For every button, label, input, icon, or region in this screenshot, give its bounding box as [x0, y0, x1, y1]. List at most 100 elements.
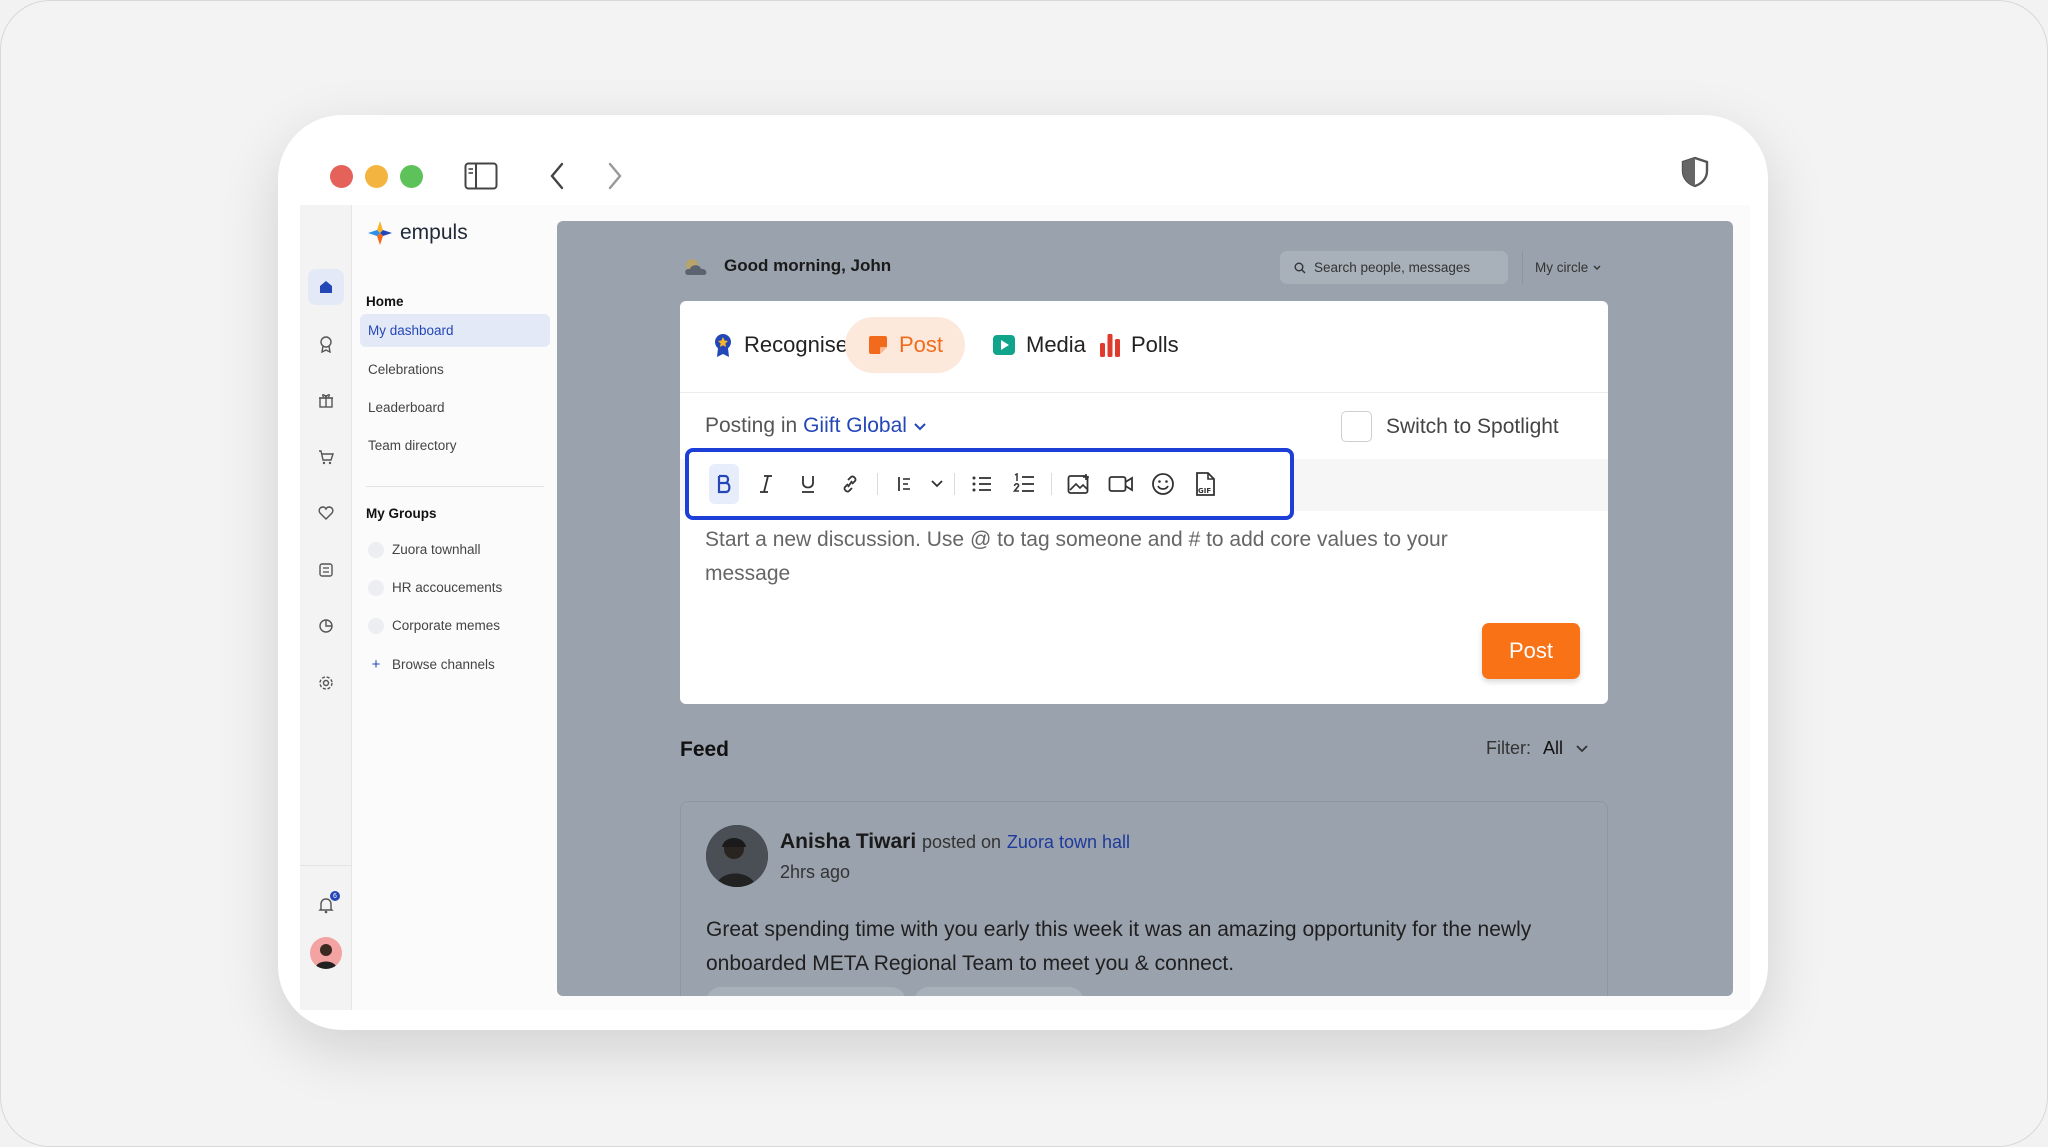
circle-selector[interactable]: My circle: [1522, 251, 1602, 284]
bullet-list-icon[interactable]: [961, 464, 1003, 504]
underline-icon[interactable]: [787, 464, 829, 504]
sidebar-item-team-directory[interactable]: Team directory: [360, 429, 550, 462]
chevron-down-icon[interactable]: [926, 464, 948, 504]
sidebar-divider: [366, 486, 544, 487]
group-item-hr-announcements[interactable]: HR accoucements: [360, 571, 550, 604]
post-textarea[interactable]: Start a new discussion. Use @ to tag som…: [705, 523, 1465, 591]
image-icon[interactable]: [1058, 464, 1100, 504]
author-name[interactable]: Anisha Tiwari: [780, 830, 916, 853]
main-content: Good morning, John Search people, messag…: [557, 221, 1733, 996]
empuls-logo-icon: [368, 221, 392, 245]
group-label: Corporate memes: [392, 618, 501, 633]
post-chip[interactable]: [914, 987, 1084, 996]
sidebar-item-my-dashboard[interactable]: My dashboard: [360, 314, 550, 347]
group-label: Zuora townhall: [392, 542, 481, 557]
tab-polls[interactable]: Polls: [1077, 317, 1201, 373]
rail-heart-icon[interactable]: [308, 495, 344, 531]
shield-icon[interactable]: [1680, 155, 1710, 189]
brand-name: empuls: [400, 221, 468, 244]
icon-rail: 6: [300, 205, 352, 1010]
author-avatar[interactable]: [706, 825, 768, 887]
numbered-list-icon[interactable]: [1003, 464, 1045, 504]
link-icon[interactable]: [829, 464, 871, 504]
group-avatar: [368, 617, 384, 634]
media-icon: [993, 335, 1015, 355]
back-arrow-icon[interactable]: [544, 161, 570, 191]
feed-post-card: Anisha Tiwari posted on Zuora town hall …: [680, 801, 1608, 996]
post-verb: posted on: [922, 832, 1002, 852]
badge-icon: [715, 334, 731, 357]
composer-divider: [680, 392, 1608, 393]
rail-analytics-icon[interactable]: [308, 608, 344, 644]
search-placeholder: Search people, messages: [1314, 260, 1471, 275]
filter-value: All: [1543, 738, 1564, 758]
my-groups-title: My Groups: [366, 506, 437, 521]
video-icon[interactable]: [1100, 464, 1142, 504]
maximize-window-dot[interactable]: [400, 165, 423, 188]
notification-bell-icon[interactable]: 6: [308, 887, 344, 923]
emoji-icon[interactable]: [1142, 464, 1184, 504]
rail-survey-icon[interactable]: [308, 552, 344, 588]
post-channel-link[interactable]: Zuora town hall: [1007, 832, 1130, 852]
post-icon: [869, 336, 887, 354]
rail-divider: [300, 865, 352, 866]
gif-icon[interactable]: GIF: [1184, 464, 1226, 504]
forward-arrow-icon[interactable]: [602, 161, 628, 191]
greeting-text: Good morning, John: [724, 256, 892, 275]
search-icon: [1294, 262, 1306, 273]
rail-award-icon[interactable]: [308, 326, 344, 362]
tab-label: Recognise: [744, 332, 848, 357]
chevron-down-icon: [1593, 265, 1601, 270]
brand-logo[interactable]: empuls: [366, 219, 468, 247]
rail-cart-icon[interactable]: [308, 439, 344, 475]
tab-label: Polls: [1131, 332, 1179, 357]
close-window-dot[interactable]: [330, 165, 353, 188]
toolbar-separator: [954, 473, 955, 495]
post-timestamp: 2hrs ago: [780, 862, 851, 882]
weather-icon: [685, 259, 707, 275]
greeting: Good morning, John: [680, 253, 891, 279]
group-avatar: [368, 541, 384, 558]
formatting-toolbar: GIF: [685, 448, 1294, 520]
toolbar-separator: [1051, 473, 1052, 495]
spotlight-toggle[interactable]: Switch to Spotlight: [1341, 411, 1559, 442]
browse-label: Browse channels: [392, 657, 495, 672]
sidebar-item-leaderboard[interactable]: Leaderboard: [360, 391, 550, 424]
align-icon[interactable]: [884, 464, 926, 504]
browse-channels-link[interactable]: + Browse channels: [360, 648, 550, 681]
post-chips: [706, 987, 1084, 996]
spotlight-checkbox[interactable]: [1341, 411, 1372, 442]
group-item-corporate-memes[interactable]: Corporate memes: [360, 609, 550, 642]
tab-post[interactable]: Post: [845, 317, 966, 373]
search-input[interactable]: Search people, messages: [1280, 251, 1508, 284]
rail-home-icon[interactable]: [308, 269, 344, 305]
italic-icon[interactable]: [745, 464, 787, 504]
svg-text:GIF: GIF: [1198, 487, 1211, 495]
post-author-line: Anisha Tiwari posted on Zuora town hall: [780, 830, 1130, 854]
posting-in-selector[interactable]: Posting in Giift Global: [705, 414, 927, 438]
rail-gift-icon[interactable]: [308, 382, 344, 418]
tab-recognise[interactable]: Recognise: [690, 317, 870, 373]
bold-icon[interactable]: [709, 464, 739, 504]
filter-label: Filter:: [1486, 738, 1531, 758]
rail-settings-icon[interactable]: [308, 665, 344, 701]
notification-count-badge: 6: [330, 891, 340, 901]
sidebar-item-celebrations[interactable]: Celebrations: [360, 353, 550, 386]
sidebar-toggle-icon[interactable]: [464, 161, 498, 191]
spotlight-label: Switch to Spotlight: [1386, 414, 1559, 438]
post-button[interactable]: Post: [1482, 623, 1580, 679]
group-avatar: [368, 579, 384, 596]
feed-filter[interactable]: Filter: All: [1486, 738, 1589, 759]
post-chip[interactable]: [706, 987, 906, 996]
chevron-down-icon: [1576, 744, 1588, 752]
plus-icon: +: [371, 656, 381, 673]
polls-icon: [1100, 334, 1120, 357]
posting-prefix: Posting in: [705, 414, 798, 437]
user-avatar[interactable]: [310, 937, 342, 969]
sidebar: empuls Home My dashboard Celebrations Le…: [352, 205, 552, 1010]
posting-group[interactable]: Giift Global: [803, 414, 907, 437]
group-item-zuora-townhall[interactable]: Zuora townhall: [360, 533, 550, 566]
app-frame: 6 empuls Home My dashboard Celebrations …: [300, 205, 1750, 1010]
feed-title: Feed: [680, 738, 730, 761]
minimize-window-dot[interactable]: [365, 165, 388, 188]
